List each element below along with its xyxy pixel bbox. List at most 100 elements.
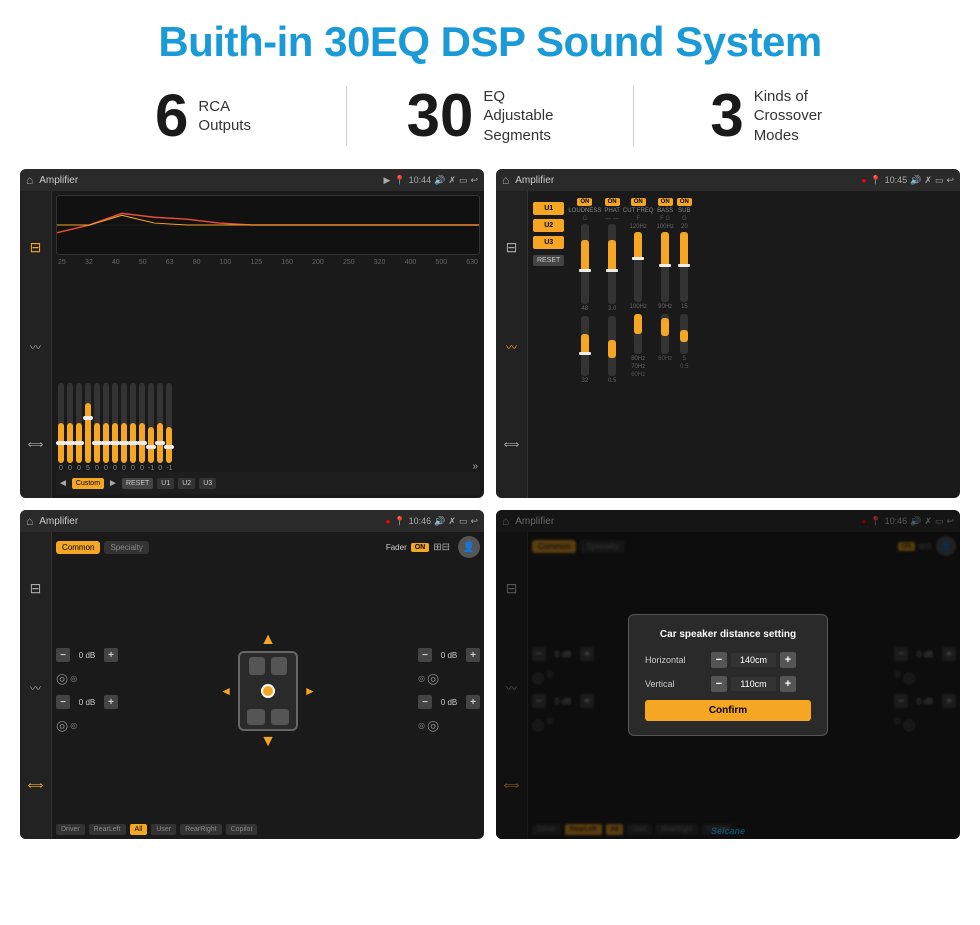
fader-sidebar-eq-icon[interactable]: ⊟	[30, 580, 42, 597]
screen-amp: ⌂ Amplifier ● 📍 10:45 🔊 ✗ ▭ ↩ ⊟ 〰 ⟺	[496, 169, 960, 498]
eq-main: 25 32 40 50 63 80 100 125 160 200 250 32…	[52, 191, 484, 498]
fader-db1-value: 0 dB	[72, 651, 102, 660]
dialog-vertical-plus[interactable]: +	[780, 676, 796, 692]
fader-left-arrow[interactable]: ◄	[220, 684, 232, 698]
fader-label: Fader	[386, 543, 407, 552]
fader-rearright-btn[interactable]: RearRight	[180, 824, 222, 835]
eq-more-icon[interactable]: »	[472, 461, 478, 472]
fader-db2-value: 0 dB	[72, 698, 102, 707]
stats-row: 6 RCAOutputs 30 EQ AdjustableSegments 3 …	[0, 76, 980, 164]
eq-prev-icon[interactable]: ◄	[58, 478, 68, 489]
eq-sidebar-cross-icon[interactable]: ⟺	[28, 438, 44, 451]
fader-specialty-tab[interactable]: Specialty	[104, 541, 148, 554]
eq-next-icon[interactable]: ►	[108, 478, 118, 489]
amp-bass-label: BASS	[657, 208, 673, 214]
eq-status-bar: ⌂ Amplifier ▶ 📍 10:44 🔊 ✗ ▭ ↩	[20, 169, 484, 191]
fader-db2-plus[interactable]: +	[104, 695, 118, 709]
eq-bottom-bar: ◄ Custom ► RESET U1 U2 U3	[56, 472, 480, 494]
eq-custom-btn[interactable]: Custom	[72, 478, 104, 489]
amp-sub-slider[interactable]	[680, 232, 688, 302]
amp-cutfreq-toggle[interactable]: ON	[631, 198, 646, 206]
fader-sidebar-cross-icon[interactable]: ⟺	[28, 779, 44, 792]
amp-bass: ON BASS F G 100Hz 90Hz 60Hz	[656, 198, 673, 362]
amp-time: 10:45	[885, 175, 908, 185]
stat-eq: 30 EQ AdjustableSegments	[347, 86, 633, 146]
fader-up-arrow[interactable]: ▲	[260, 631, 276, 649]
fader-db4-minus[interactable]: −	[418, 695, 432, 709]
fader-speaker-icons-left: ◎ ◎	[56, 670, 118, 687]
fader-sidebar: ⊟ 〰 ⟺	[20, 532, 52, 839]
fader-sidebar-wave-icon[interactable]: 〰	[30, 680, 41, 696]
eq-status-icons: 📍 10:44 🔊 ✗ ▭ ↩	[394, 175, 478, 186]
dialog-horizontal-value: 140cm	[731, 653, 776, 667]
fader-speaker-icons-right2: ◎ ◎	[418, 717, 480, 734]
dialog-vertical-minus[interactable]: −	[711, 676, 727, 692]
amp-bass-slider[interactable]	[661, 232, 669, 302]
eq-slider-12: 0	[157, 383, 163, 472]
fader-db4-plus[interactable]: +	[466, 695, 480, 709]
fader-content: ⊟ 〰 ⟺ Common Specialty Fader ON ⊞⊟ 👤	[20, 532, 484, 839]
eq-graph	[56, 195, 480, 255]
amp-u3-btn[interactable]: U3	[533, 236, 564, 249]
amp-rec-icon: ●	[862, 176, 867, 185]
fader-common-tab[interactable]: Common	[56, 541, 100, 554]
eq-home-icon[interactable]: ⌂	[26, 173, 33, 187]
fader-home-icon[interactable]: ⌂	[26, 514, 33, 528]
fader-down-arrow[interactable]: ▼	[260, 733, 276, 751]
eq-freq-labels: 25 32 40 50 63 80 100 125 160 200 250 32…	[56, 259, 480, 266]
fader-toggle-icon[interactable]: ⊞⊟	[433, 542, 450, 553]
fader-driver-btn[interactable]: Driver	[56, 824, 85, 835]
fader-db2-minus[interactable]: −	[56, 695, 70, 709]
amp-reset-btn[interactable]: RESET	[533, 255, 564, 266]
eq-slider-7: 0	[112, 383, 118, 472]
fader-db1-plus[interactable]: +	[104, 648, 118, 662]
dialog-vertical-label: Vertical	[645, 679, 705, 689]
fader-right-arrow[interactable]: ►	[304, 684, 316, 698]
stat-rca-text: RCAOutputs	[198, 97, 251, 136]
amp-u1-btn[interactable]: U1	[533, 202, 564, 215]
fader-car-row: ◄	[220, 651, 316, 731]
page-header: Buith-in 30EQ DSP Sound System	[0, 0, 980, 76]
eq-sidebar-eq-icon[interactable]: ⊟	[30, 239, 42, 256]
fader-all-btn[interactable]: All	[130, 824, 148, 835]
amp-u2-btn[interactable]: U2	[533, 219, 564, 232]
fader-db1-minus[interactable]: −	[56, 648, 70, 662]
fader-copilot-btn[interactable]: Copilot	[226, 824, 258, 835]
stat-crossover: 3 Kinds ofCrossover Modes	[634, 86, 920, 146]
amp-bass-toggle[interactable]: ON	[658, 198, 673, 206]
amp-sidebar-cross-icon[interactable]: ⟺	[504, 438, 520, 451]
dialog-horizontal-plus[interactable]: +	[780, 652, 796, 668]
eq-slider-11: -1	[148, 383, 154, 472]
confirm-button[interactable]: Confirm	[645, 700, 811, 721]
eq-sidebar-wave-icon[interactable]: 〰	[30, 339, 41, 355]
dialog-vertical-value: 110cm	[731, 677, 776, 691]
amp-home-icon[interactable]: ⌂	[502, 173, 509, 187]
amp-cutfreq-slider[interactable]	[634, 232, 642, 302]
amp-sub-toggle[interactable]: ON	[677, 198, 692, 206]
amp-phat-toggle[interactable]: ON	[605, 198, 620, 206]
fader-title: Amplifier	[39, 516, 381, 527]
eq-u3-btn[interactable]: U3	[199, 478, 216, 489]
eq-slider-8: 0	[121, 383, 127, 472]
screens-grid: ⌂ Amplifier ▶ 📍 10:44 🔊 ✗ ▭ ↩ ⊟ 〰 ⟺	[0, 164, 980, 844]
screen-fader: ⌂ Amplifier ● 📍 10:46 🔊 ✗ ▭ ↩ ⊟ 〰 ⟺ Comm…	[20, 510, 484, 839]
amp-sidebar-eq-icon[interactable]: ⊟	[506, 239, 518, 256]
fader-center-dot	[261, 684, 275, 698]
fader-status-bar: ⌂ Amplifier ● 📍 10:46 🔊 ✗ ▭ ↩	[20, 510, 484, 532]
eq-u2-btn[interactable]: U2	[178, 478, 195, 489]
eq-slider-4: 5	[85, 383, 91, 472]
amp-loudness-slider[interactable]	[581, 224, 589, 304]
fader-rearleft-btn[interactable]: RearLeft	[89, 824, 126, 835]
stat-eq-number: 30	[407, 86, 474, 146]
dialog-horizontal-minus[interactable]: −	[711, 652, 727, 668]
amp-phat-slider[interactable]	[608, 224, 616, 304]
fader-db3-minus[interactable]: −	[418, 648, 432, 662]
fader-user-btn[interactable]: User	[151, 824, 176, 835]
fader-db4-value: 0 dB	[434, 698, 464, 707]
amp-sidebar-wave-icon[interactable]: 〰	[506, 339, 517, 355]
eq-reset-btn[interactable]: RESET	[122, 478, 153, 489]
amp-loudness-toggle[interactable]: ON	[577, 198, 592, 206]
eq-u1-btn[interactable]: U1	[157, 478, 174, 489]
fader-db3-plus[interactable]: +	[466, 648, 480, 662]
eq-slider-2: 0	[67, 383, 73, 472]
